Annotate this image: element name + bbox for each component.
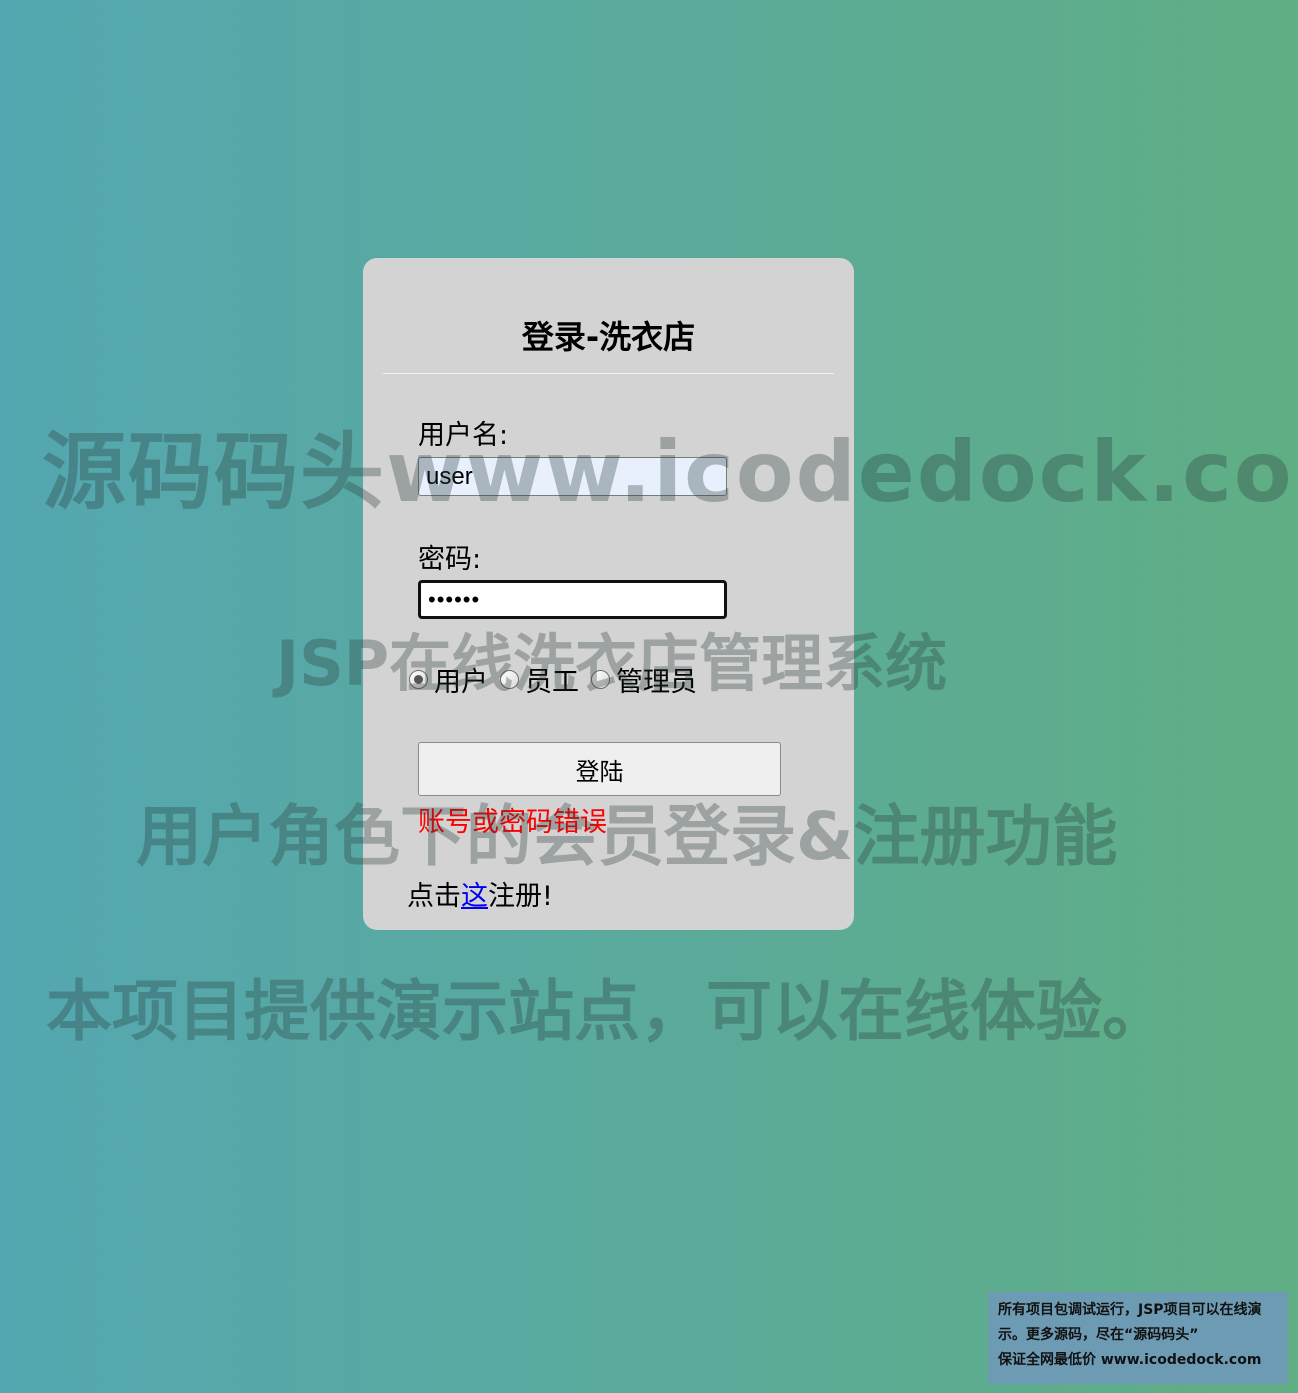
login-card: 登录-洗衣店 用户名: 密码: 用户 员工 管理员 登陆 账号或密码错误 点击这… [363,258,854,930]
role-option-admin[interactable]: 管理员 [591,660,697,699]
role-label-user: 用户 [434,667,488,698]
role-option-user[interactable]: 用户 [409,660,488,699]
register-link[interactable]: 这 [461,881,488,912]
password-label: 密码: [418,544,482,575]
password-input[interactable] [418,580,727,619]
notice-line-3: 保证全网最低价 www.icodedock.com [998,1352,1262,1368]
radio-unchecked-icon[interactable] [500,670,519,689]
error-message: 账号或密码错误 [418,807,607,838]
username-label: 用户名: [418,420,509,451]
login-button[interactable]: 登陆 [418,742,781,796]
notice-line-2: 示。更多源码，尽在“源码码头” [998,1327,1199,1343]
username-input[interactable] [418,457,727,496]
register-prompt: 点击这注册! [407,874,553,913]
register-suffix: 注册! [488,881,553,912]
role-label-staff: 员工 [525,667,579,698]
title-divider [383,373,834,374]
role-label-admin: 管理员 [616,667,697,698]
notice-line-1: 所有项目包调试运行，JSP项目可以在线演 [998,1302,1262,1318]
radio-unchecked-icon[interactable] [591,670,610,689]
register-prefix: 点击 [407,881,461,912]
watermark-line-4: 本项目提供演示站点，可以在线体验。 [46,973,1168,1050]
radio-checked-icon[interactable] [409,670,428,689]
role-radio-group: 用户 员工 管理员 [409,660,709,699]
login-title: 登录-洗衣店 [521,318,696,356]
role-option-staff[interactable]: 员工 [500,660,579,699]
corner-notice: 所有项目包调试运行，JSP项目可以在线演 示。更多源码，尽在“源码码头” 保证全… [988,1292,1288,1384]
